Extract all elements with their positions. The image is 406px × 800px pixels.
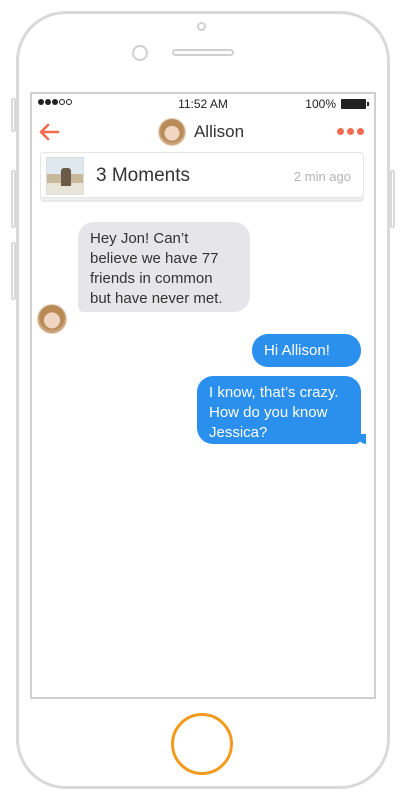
earpiece-speaker xyxy=(172,49,234,56)
volume-up-button xyxy=(11,170,16,228)
outgoing-message[interactable]: I know, that’s crazy. How do you know Je… xyxy=(197,376,361,444)
sender-avatar[interactable] xyxy=(37,304,67,334)
battery-percentage: 100% xyxy=(305,97,336,111)
incoming-message[interactable]: Hey Jon! Can’t believe we have 77 friend… xyxy=(78,222,250,312)
status-bar: 11:52 AM 100% xyxy=(32,94,374,114)
outgoing-message[interactable]: Hi Allison! xyxy=(252,334,361,367)
moments-timestamp: 2 min ago xyxy=(293,169,351,184)
screen: 11:52 AM 100% Allison 3 Moments 2 min ag… xyxy=(30,92,376,699)
contact-header[interactable]: Allison xyxy=(32,114,374,150)
contact-avatar[interactable] xyxy=(157,118,186,146)
power-button xyxy=(390,170,395,228)
mute-switch xyxy=(11,98,16,132)
battery-icon xyxy=(341,99,369,109)
moment-thumbnail[interactable] xyxy=(46,157,84,195)
proximity-sensor xyxy=(132,45,148,61)
chat-header: Allison xyxy=(32,114,374,150)
front-camera xyxy=(197,22,206,31)
bubble-tail xyxy=(358,434,366,444)
moments-card[interactable]: 3 Moments 2 min ago xyxy=(40,152,364,198)
volume-down-button xyxy=(11,242,16,300)
contact-name[interactable]: Allison xyxy=(194,122,244,142)
moments-title: 3 Moments xyxy=(96,165,190,186)
home-button[interactable] xyxy=(171,713,233,775)
more-options-icon[interactable] xyxy=(337,128,364,135)
